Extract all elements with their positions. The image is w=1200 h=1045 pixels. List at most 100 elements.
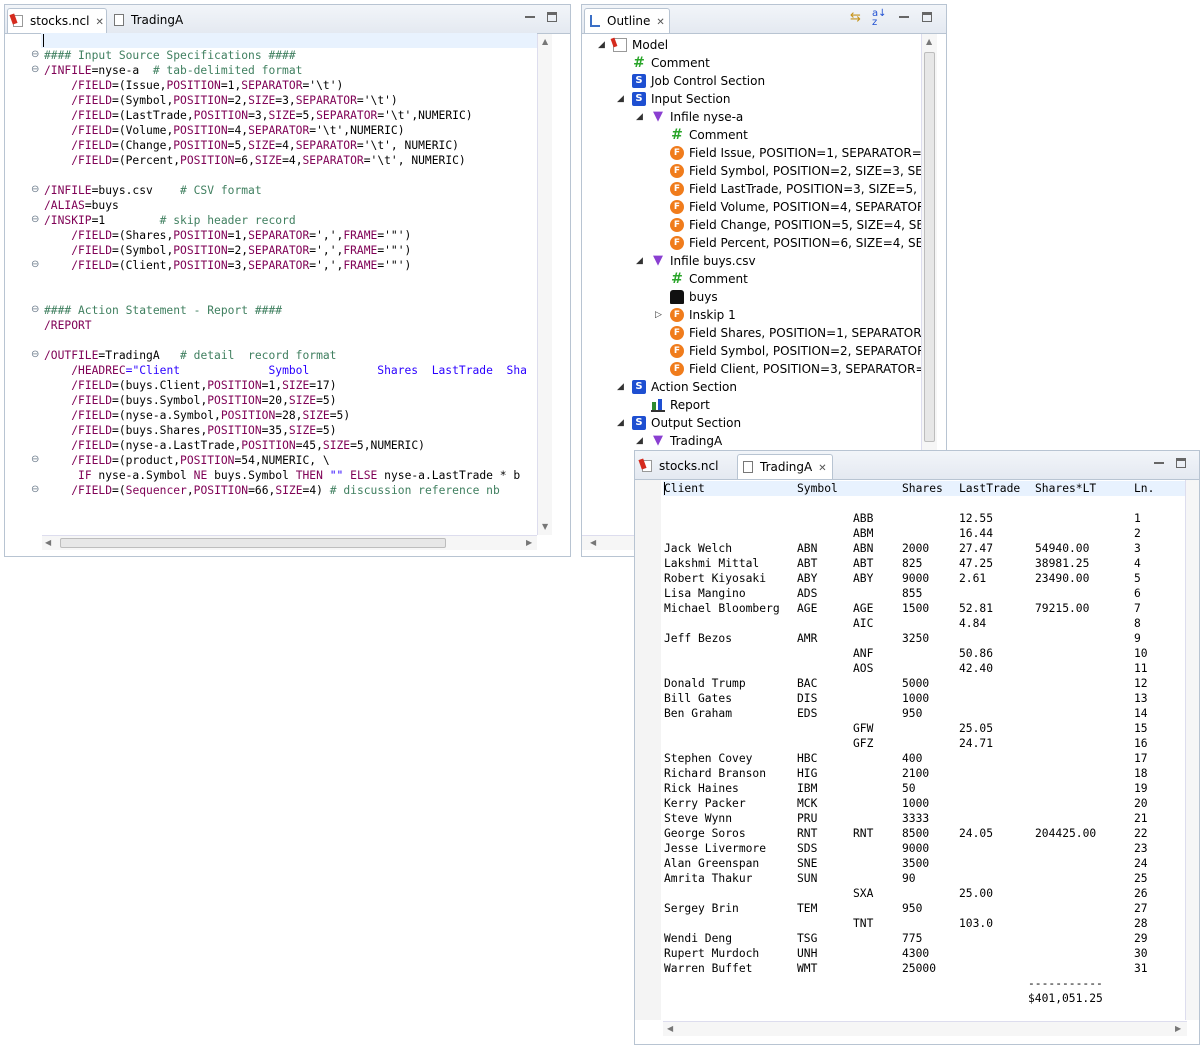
code-line[interactable]: /FIELD=(Shares,POSITION=1,SEPARATOR=',',… [44, 228, 536, 243]
scroll-left-icon[interactable]: ◀ [590, 538, 596, 547]
scroll-up-icon[interactable]: ▲ [542, 37, 548, 46]
code-line[interactable]: #### Input Source Specifications #### [44, 48, 536, 63]
code-line[interactable]: /OUTFILE=TradingA # detail record format [44, 348, 536, 363]
outline-item[interactable]: F Field LastTrade, POSITION=3, SIZE=5, SE… [582, 180, 922, 198]
fold-marker[interactable]: ⊖ [31, 49, 39, 60]
code-line[interactable]: /FIELD=(buys.Symbol,POSITION=20,SIZE=5) [44, 393, 536, 408]
outline-item[interactable]: ◢ ▼ TradingA [582, 432, 922, 450]
output-horizontal-scrollbar[interactable]: ◀ ▶ [663, 1021, 1187, 1036]
output-vertical-scrollbar[interactable] [1185, 480, 1199, 1020]
minimize-button[interactable] [1154, 458, 1164, 464]
scroll-right-icon[interactable]: ▶ [526, 538, 532, 547]
outline-vertical-scrollbar[interactable]: ▲ [921, 34, 937, 454]
scroll-right-icon[interactable]: ▶ [1175, 1024, 1181, 1033]
outline-item[interactable]: F Field Symbol, POSITION=2, SEPARATOR=','… [582, 342, 922, 360]
scroll-thumb[interactable] [924, 52, 935, 442]
scroll-left-icon[interactable]: ◀ [45, 538, 51, 547]
outline-item[interactable]: ◢ S Action Section [582, 378, 922, 396]
code-line[interactable] [44, 288, 536, 303]
code-line[interactable]: /FIELD=(Sequencer,POSITION=66,SIZE=4) # … [44, 483, 536, 498]
expand-icon[interactable]: ▷ [655, 306, 662, 324]
code-line[interactable]: /FIELD=(Issue,POSITION=1,SEPARATOR='\t') [44, 78, 536, 93]
collapse-icon[interactable]: ◢ [617, 90, 624, 108]
fold-marker[interactable]: ⊖ [31, 484, 39, 495]
tab-outline[interactable]: Outline ✕ [584, 8, 670, 33]
outline-item[interactable]: # Comment [582, 54, 922, 72]
outline-item[interactable]: F Field Symbol, POSITION=2, SIZE=3, SEPAR… [582, 162, 922, 180]
code-line[interactable]: /FIELD=(Symbol,POSITION=2,SIZE=3,SEPARAT… [44, 93, 536, 108]
fold-marker[interactable]: ⊖ [31, 214, 39, 225]
tab-stocks-ncl[interactable]: stocks.ncl ✕ [7, 8, 107, 33]
minimize-button[interactable] [899, 12, 909, 18]
outline-item[interactable]: ◢ ▼ Infile buys.csv [582, 252, 922, 270]
code-line[interactable]: /FIELD=(buys.Client,POSITION=1,SIZE=17) [44, 378, 536, 393]
collapse-icon[interactable]: ◢ [598, 36, 605, 54]
sort-alphabetically-icon[interactable]: a↓ z [872, 9, 887, 28]
code-line[interactable]: /FIELD=(nyse-a.LastTrade,POSITION=45,SIZ… [44, 438, 536, 453]
code-line[interactable] [44, 168, 536, 183]
outline-item[interactable]: F Field Client, POSITION=3, SEPARATOR=','… [582, 360, 922, 378]
outline-item[interactable]: F Field Percent, POSITION=6, SIZE=4, SEPA… [582, 234, 922, 252]
code-line[interactable]: /INFILE=nyse-a # tab-delimited format [44, 63, 536, 78]
outline-item[interactable]: Report [582, 396, 922, 414]
outline-item[interactable]: ◢ Model [582, 36, 922, 54]
fold-marker[interactable]: ⊖ [31, 349, 39, 360]
code-line[interactable] [44, 333, 536, 348]
code-line[interactable]: /INSKIP=1 # skip header record [44, 213, 536, 228]
tab-tradinga[interactable]: TradingA ✕ [737, 454, 833, 479]
output-text[interactable]: Client Symbol Shares LastTrade Shares*LT Ln. A… [664, 481, 1184, 1021]
outline-item[interactable]: F Field Volume, POSITION=4, SEPARATOR='\t [582, 198, 922, 216]
tab-tradinga[interactable]: TradingA [109, 8, 199, 33]
code-line[interactable]: /FIELD=(Volume,POSITION=4,SEPARATOR='\t'… [44, 123, 536, 138]
code-line[interactable] [44, 273, 536, 288]
code-line[interactable]: /INFILE=buys.csv # CSV format [44, 183, 536, 198]
fold-marker[interactable]: ⊖ [31, 259, 39, 270]
outline-item[interactable]: ◢ S Input Section [582, 90, 922, 108]
collapse-icon[interactable]: ◢ [617, 378, 624, 396]
collapse-icon[interactable]: ◢ [636, 252, 643, 270]
scroll-up-icon[interactable]: ▲ [926, 37, 932, 46]
code-line[interactable]: /FIELD=(Change,POSITION=5,SIZE=4,SEPARAT… [44, 138, 536, 153]
collapse-icon[interactable]: ◢ [617, 414, 624, 432]
outline-item[interactable]: buys [582, 288, 922, 306]
close-icon[interactable]: ✕ [95, 10, 103, 35]
outline-item[interactable]: F Field Change, POSITION=5, SIZE=4, SEPAR… [582, 216, 922, 234]
outline-item[interactable]: S Job Control Section [582, 72, 922, 90]
code-line[interactable]: /FIELD=(nyse-a.Symbol,POSITION=28,SIZE=5… [44, 408, 536, 423]
outline-item[interactable]: # Comment [582, 270, 922, 288]
fold-marker[interactable]: ⊖ [31, 184, 39, 195]
link-with-editor-icon[interactable]: ⇆ [850, 10, 861, 25]
code-line[interactable]: /FIELD=(LastTrade,POSITION=3,SIZE=5,SEPA… [44, 108, 536, 123]
code-line[interactable]: /FIELD=(buys.Shares,POSITION=35,SIZE=5) [44, 423, 536, 438]
maximize-button[interactable] [922, 12, 932, 22]
scroll-thumb[interactable] [60, 538, 446, 548]
fold-marker[interactable]: ⊖ [31, 454, 39, 465]
code-line[interactable]: #### Action Statement - Report #### [44, 303, 536, 318]
code-line[interactable]: /FIELD=(Percent,POSITION=6,SIZE=4,SEPARA… [44, 153, 536, 168]
code-line[interactable]: /HEADREC="Client Symbol Shares LastTrade… [44, 363, 536, 378]
scroll-left-icon[interactable]: ◀ [667, 1024, 673, 1033]
code-line[interactable]: IF nyse-a.Symbol NE buys.Symbol THEN "" … [44, 468, 536, 483]
fold-marker[interactable]: ⊖ [31, 304, 39, 315]
code-line[interactable]: /REPORT [44, 318, 536, 333]
minimize-button[interactable] [525, 12, 535, 18]
close-icon[interactable]: ✕ [818, 456, 826, 481]
outline-item[interactable]: ◢ ▼ Infile nyse-a [582, 108, 922, 126]
code-line[interactable] [44, 33, 536, 48]
code-line[interactable]: /ALIAS=buys [44, 198, 536, 213]
tab-stocks-ncl[interactable]: stocks.ncl [637, 454, 733, 479]
code-line[interactable]: /FIELD=(Symbol,POSITION=2,SEPARATOR=',',… [44, 243, 536, 258]
outline-item[interactable]: # Comment [582, 126, 922, 144]
outline-horizontal-scrollbar[interactable]: ◀ [582, 535, 634, 550]
scroll-down-icon[interactable]: ▼ [542, 522, 548, 531]
editor-vertical-scrollbar[interactable]: ▲ ▼ [537, 34, 552, 535]
code-line[interactable]: /FIELD=(Client,POSITION=3,SEPARATOR=',',… [44, 258, 536, 273]
collapse-icon[interactable]: ◢ [636, 108, 643, 126]
outline-item[interactable]: F Field Shares, POSITION=1, SEPARATOR=','… [582, 324, 922, 342]
outline-item[interactable]: F Field Issue, POSITION=1, SEPARATOR='\t' [582, 144, 922, 162]
close-icon[interactable]: ✕ [656, 10, 664, 35]
outline-item[interactable]: ◢ S Output Section [582, 414, 922, 432]
code-line[interactable]: /FIELD=(product,POSITION=54,NUMERIC, \ [44, 453, 536, 468]
outline-item[interactable]: ▷ F Inskip 1 [582, 306, 922, 324]
editor-horizontal-scrollbar[interactable]: ◀ ▶ [42, 535, 537, 550]
